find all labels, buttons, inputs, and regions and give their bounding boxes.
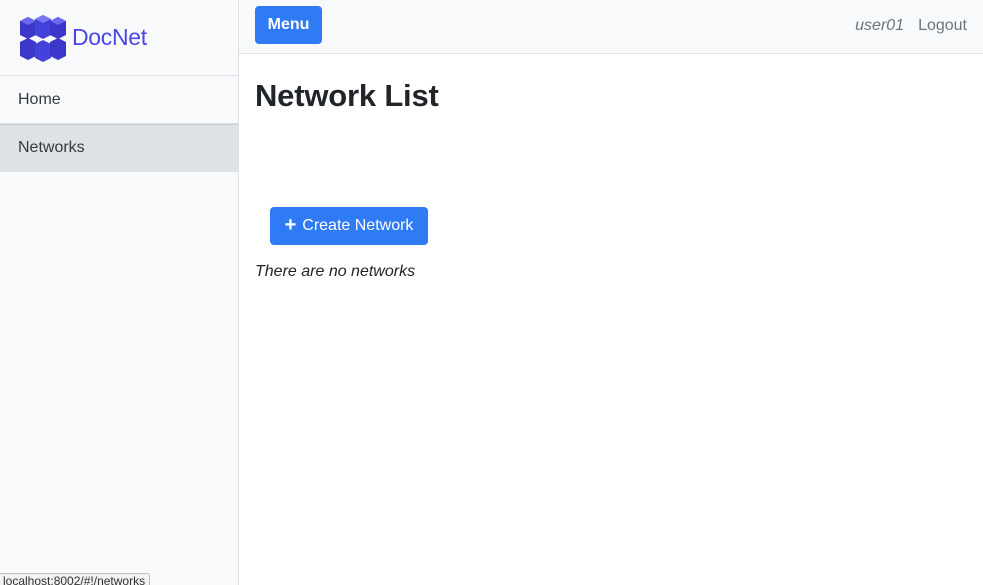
empty-state-message: There are no networks <box>255 263 416 280</box>
username-label: user01 <box>855 17 905 34</box>
logout-link[interactable]: Logout <box>918 17 967 35</box>
sidebar-item-label: Home <box>18 90 61 108</box>
app-root: DocNet Home Networks Menu user01 Logout … <box>0 0 983 585</box>
sidebar-item-home[interactable]: Home <box>0 76 238 124</box>
sidebar-item-networks[interactable]: Networks <box>0 124 238 172</box>
top-navbar: Menu user01 Logout <box>239 0 983 54</box>
status-bar-url: localhost:8002/#!/networks <box>0 573 151 585</box>
create-network-label: Create Network <box>302 217 414 234</box>
page-title: Network List <box>255 78 439 113</box>
user-area: user01 Logout <box>855 0 967 52</box>
menu-button[interactable]: Menu <box>255 6 322 44</box>
sidebar-item-label: Networks <box>18 139 85 156</box>
brand-name: DocNet <box>72 24 147 50</box>
plus-icon: + <box>284 214 297 236</box>
main-content: Network List + Create Network There are … <box>255 54 983 280</box>
create-network-button[interactable]: + Create Network <box>270 207 428 245</box>
sidebar: DocNet Home Networks <box>0 0 239 585</box>
brand[interactable]: DocNet <box>0 0 238 76</box>
cubes-logo-icon <box>20 14 66 62</box>
